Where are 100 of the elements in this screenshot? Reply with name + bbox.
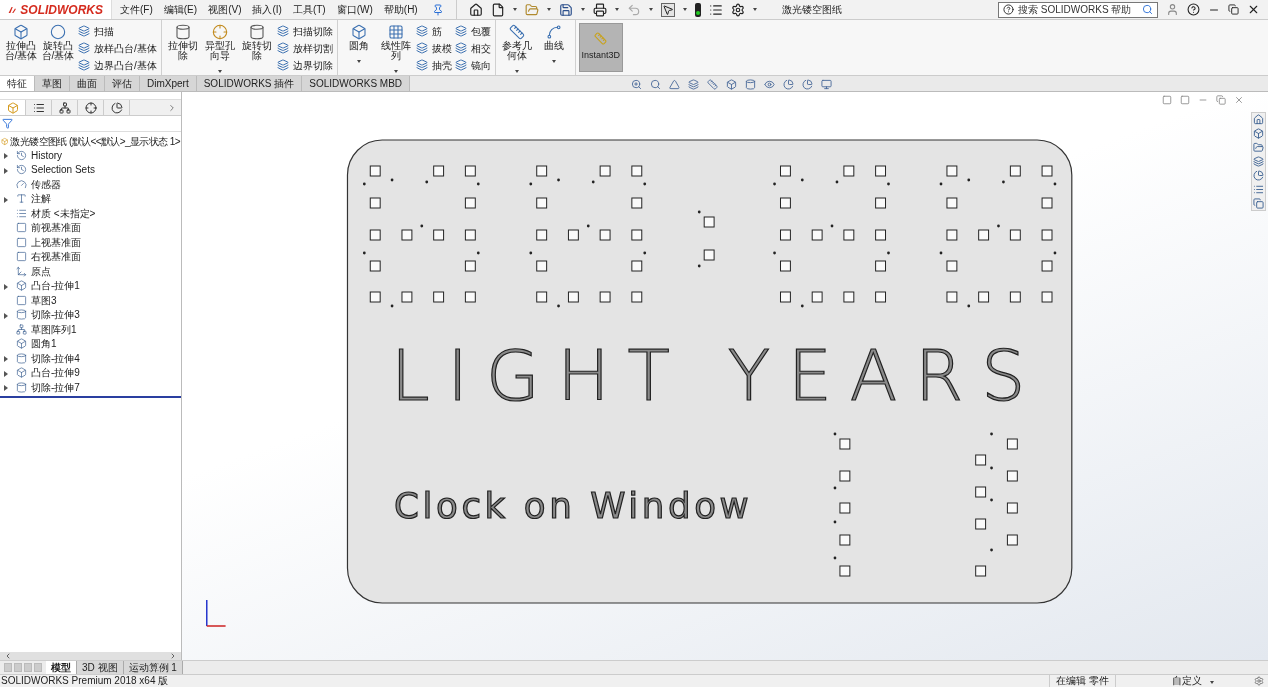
tree-item[interactable]: Selection Sets [31,162,95,178]
ribbon-button[interactable]: 拉伸切除 [165,24,200,61]
expand-arrow-icon[interactable] [4,153,8,159]
units-selector[interactable]: 自定义 [1172,675,1202,687]
dropdown-icon[interactable] [752,8,757,11]
tree-item[interactable]: History [31,147,63,163]
ribbon-button[interactable]: 边界切除 [276,58,333,72]
ribbon-tab[interactable]: DimXpert [140,76,197,91]
traffic-light-icon[interactable] [694,2,701,17]
ribbon-button[interactable]: 镜向 [454,58,491,72]
ribbon-button[interactable]: 边界凸台/基体 [78,58,157,72]
print-icon[interactable] [592,2,607,17]
dropdown-icon[interactable] [551,60,556,63]
hide-show-icon[interactable] [764,79,775,90]
ribbon-button[interactable]: 相交 [454,41,491,55]
ribbon-button[interactable]: 旋转切除 [239,24,274,61]
close-icon[interactable] [1247,3,1260,16]
feature-manager-icon[interactable] [6,101,19,114]
scroll-left-icon[interactable] [4,652,12,660]
ribbon-button[interactable]: 旋转凸台/基体 [41,24,75,61]
dropdown-icon[interactable] [614,8,619,11]
home-icon[interactable] [468,2,483,17]
ribbon-button[interactable]: 参考几何体 [499,24,534,75]
ribbon-button[interactable]: 包覆 [454,24,491,38]
tree-item[interactable]: 注解 [31,191,51,207]
more-icon[interactable] [167,102,177,113]
ribbon-tab[interactable]: 草图 [35,76,70,91]
dropdown-icon[interactable] [512,8,517,11]
tree-item[interactable]: 凸台-拉伸9 [31,365,80,381]
previous-view-icon[interactable] [669,79,680,90]
display-icon[interactable] [821,79,832,90]
ribbon-button[interactable]: 异型孔向导 [202,24,237,75]
expand-arrow-icon[interactable] [4,385,8,391]
ribbon-button[interactable]: 扫描切除 [276,24,333,38]
model-tab[interactable]: 3D 视图 [77,661,124,674]
user-icon[interactable] [1166,3,1179,16]
property-manager-icon[interactable] [32,101,45,114]
menu-item[interactable]: 编辑(E) [163,2,198,17]
display-style-icon[interactable] [745,79,756,90]
menu-item[interactable]: 文件(F) [120,2,153,17]
custom-properties-icon[interactable] [1253,184,1264,195]
section-view-icon[interactable] [688,79,699,90]
ribbon-button[interactable]: 放样凸台/基体 [78,41,157,55]
filter-icon[interactable] [2,118,13,129]
app-logo[interactable]: SOLIDWORKS [0,0,112,19]
open-icon[interactable] [524,2,539,17]
ribbon-button[interactable]: 圆角 [341,24,376,65]
dropdown-icon[interactable] [682,8,687,11]
dropdown-icon[interactable] [217,70,222,73]
model-tab[interactable]: 模型 [46,661,77,674]
tree-item[interactable]: 原点 [31,263,51,279]
resources-icon[interactable] [1253,198,1264,209]
scroll-right-icon[interactable] [169,652,177,660]
dimxpert-icon[interactable] [84,101,97,114]
expand-arrow-icon[interactable] [4,356,8,362]
ribbon-button[interactable]: 抽壳 [415,58,452,72]
doc-close-icon[interactable] [1234,95,1244,105]
scene-icon[interactable] [802,79,813,90]
pin-icon[interactable] [431,3,444,16]
parts-library-icon[interactable] [1253,128,1264,139]
tree-item[interactable]: 传感器 [31,176,61,192]
dropdown-icon[interactable] [356,60,361,63]
dropdown-icon[interactable] [514,70,519,73]
dropdown-icon[interactable] [580,8,585,11]
help-menu-icon[interactable] [1187,3,1200,16]
tree-root[interactable]: 激光镂空图纸 (默认<<默认>_显示状态 1> [10,133,180,149]
instant3d-button[interactable]: Instant3D [578,23,623,72]
view-palette-icon[interactable] [1253,156,1264,167]
ribbon-tab[interactable]: SOLIDWORKS MBD [302,76,411,91]
ribbon-button[interactable]: 拉伸凸台/基体 [4,24,38,61]
menu-item[interactable]: 插入(I) [252,2,282,17]
ribbon-tab[interactable]: SOLIDWORKS 插件 [196,76,303,91]
tree-item[interactable]: 草图阵列1 [31,321,77,337]
expand-arrow-icon[interactable] [4,167,8,174]
display-manager-icon[interactable] [110,101,123,114]
view-orientation-icon[interactable] [726,79,737,90]
dropdown-icon[interactable] [1210,681,1214,684]
expand-arrow-icon[interactable] [4,283,8,290]
tree-item[interactable]: 切除-拉伸7 [31,379,80,395]
menu-item[interactable]: 窗口(W) [336,2,373,17]
tree-item[interactable]: 切除-拉伸4 [31,350,80,366]
ribbon-button[interactable]: 放样切割 [276,41,333,55]
menu-item[interactable]: 工具(T) [292,2,326,17]
dropdown-icon[interactable] [648,8,653,11]
save-icon[interactable] [558,2,573,17]
dynamic-annotation-icon[interactable] [707,79,718,90]
file-explorer-icon[interactable] [1253,142,1264,153]
new-file-icon[interactable] [490,2,505,17]
tree-item[interactable]: 材质 <未指定> [31,205,96,221]
zoom-area-icon[interactable] [650,79,661,90]
tree-item[interactable]: 右视基准面 [31,249,81,265]
dropdown-icon[interactable] [393,70,398,73]
expand-arrow-icon[interactable] [4,370,8,377]
ribbon-tab[interactable]: 曲面 [70,76,105,91]
ribbon-button[interactable]: 筋 [415,24,452,38]
menu-item[interactable]: 视图(V) [208,2,242,17]
model-tab[interactable]: 运动算例 1 [123,661,183,674]
search-field[interactable]: 搜索 SOLIDWORKS 帮助 [998,1,1158,18]
appearance-icon[interactable] [783,79,794,90]
tree-item[interactable]: 圆角1 [31,336,57,352]
